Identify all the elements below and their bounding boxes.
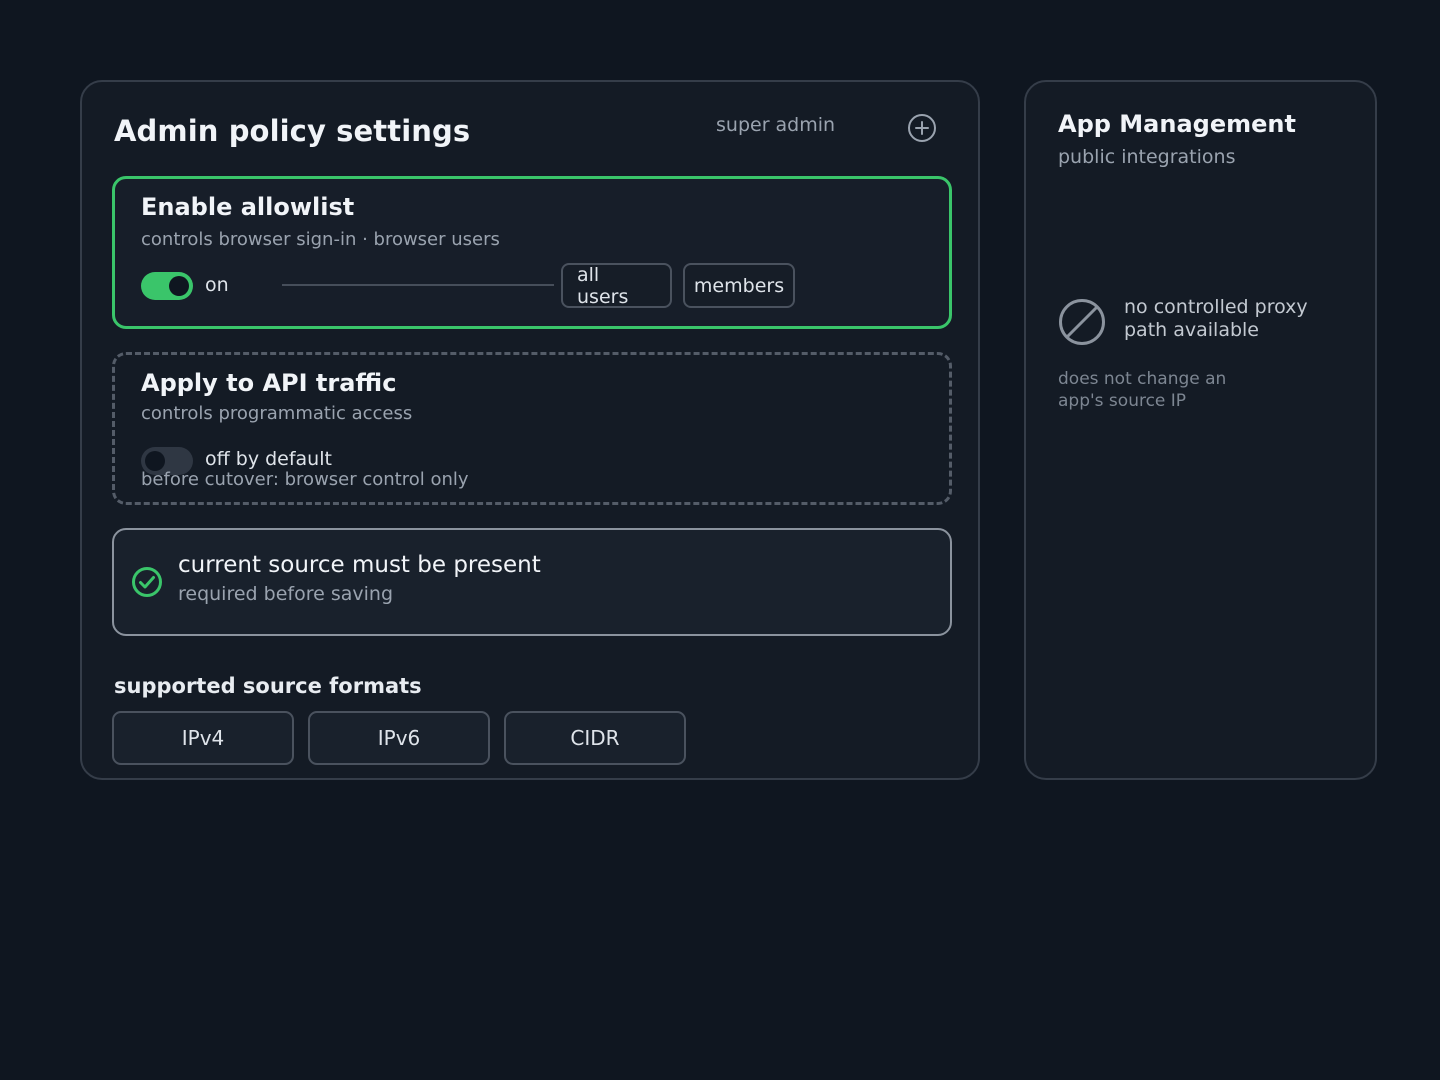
side-subtitle: public integrations <box>1058 146 1236 168</box>
allowlist-toggle[interactable] <box>141 272 193 300</box>
allowlist-title: Enable allowlist <box>141 193 355 221</box>
app-management-panel: App Management public integrations no co… <box>1024 80 1377 780</box>
proxy-status-line1: no controlled proxy <box>1124 296 1308 318</box>
format-ipv6[interactable]: IPv6 <box>308 711 490 765</box>
proxy-status-line2: path available <box>1124 319 1259 341</box>
source-ip-hint-line1: does not change an <box>1058 369 1227 389</box>
current-source-card: current source must be present required … <box>112 528 952 636</box>
ban-icon <box>1059 299 1105 345</box>
role-label: super admin <box>716 114 836 136</box>
add-button[interactable] <box>908 114 936 142</box>
allowlist-toggle-label: on <box>205 274 229 296</box>
api-traffic-note: before cutover: browser control only <box>141 469 469 490</box>
api-traffic-toggle-label: off by default <box>205 448 332 470</box>
allowlist-card: Enable allowlist controls browser sign-i… <box>112 176 952 329</box>
current-source-title: current source must be present <box>178 552 541 578</box>
page-title: Admin policy settings <box>114 114 471 148</box>
allowlist-subtitle: controls browser sign-in · browser users <box>141 229 500 250</box>
chip-members[interactable]: members <box>683 263 795 308</box>
toggle-knob <box>145 451 165 471</box>
api-traffic-card: Apply to API traffic controls programmat… <box>112 352 952 505</box>
toggle-knob <box>169 276 189 296</box>
api-traffic-title: Apply to API traffic <box>141 369 397 397</box>
formats-label: supported source formats <box>114 674 422 698</box>
divider <box>282 284 554 286</box>
admin-policy-panel: Admin policy settings super admin Enable… <box>80 80 980 780</box>
chip-all-users[interactable]: all users <box>561 263 672 308</box>
current-source-subtitle: required before saving <box>178 583 394 605</box>
check-circle-icon <box>132 567 162 597</box>
plus-circle-icon <box>915 121 929 135</box>
api-traffic-subtitle: controls programmatic access <box>141 403 413 424</box>
side-title: App Management <box>1058 110 1296 138</box>
format-cidr[interactable]: CIDR <box>504 711 686 765</box>
format-ipv4[interactable]: IPv4 <box>112 711 294 765</box>
proxy-status: no controlled proxy path available <box>1124 296 1308 342</box>
source-ip-hint: does not change an app's source IP <box>1058 368 1226 412</box>
source-ip-hint-line2: app's source IP <box>1058 391 1187 411</box>
